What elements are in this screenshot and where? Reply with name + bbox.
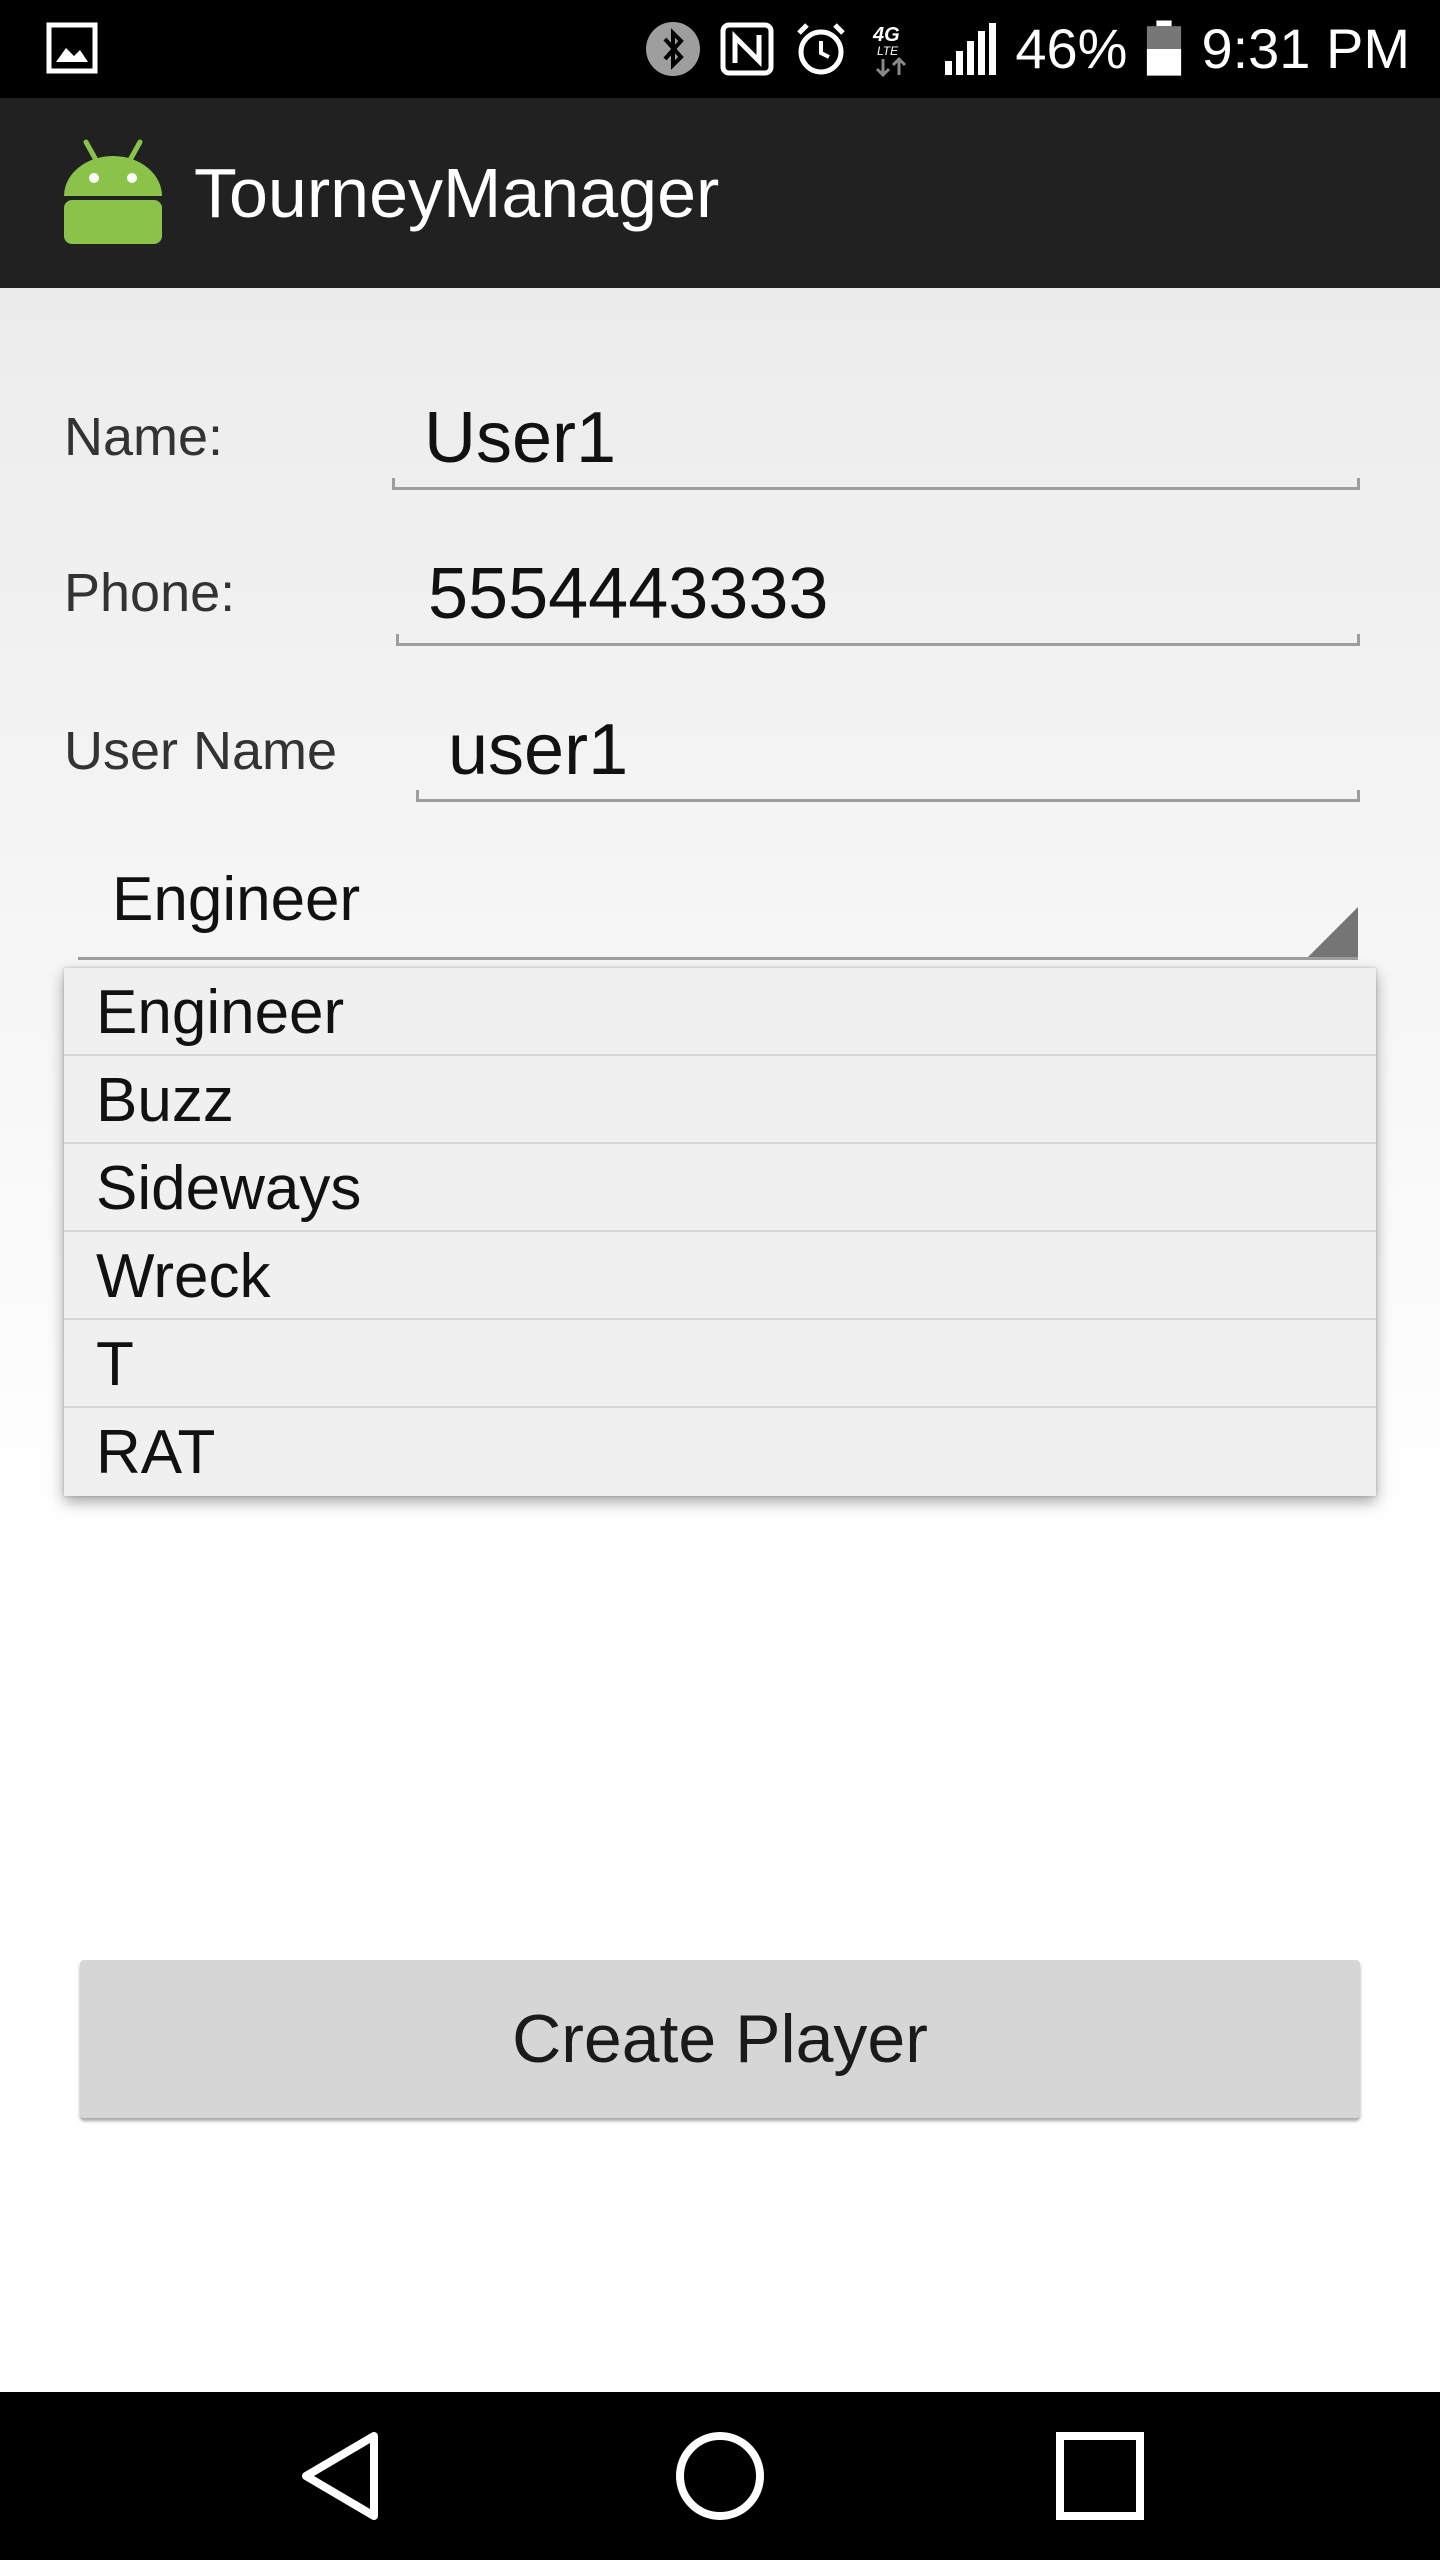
alarm-icon xyxy=(797,23,846,75)
navigation-bar xyxy=(0,2392,1440,2560)
svg-text:4G: 4G xyxy=(872,24,900,46)
back-icon[interactable] xyxy=(292,2426,392,2526)
home-icon[interactable] xyxy=(670,2426,770,2526)
app-bar: TourneyManager xyxy=(0,98,1440,288)
recent-apps-icon[interactable] xyxy=(1050,2426,1150,2526)
status-bar: 4G LTE 46% 9:31 PM xyxy=(0,0,1440,98)
class-spinner[interactable]: Engineer xyxy=(78,850,1358,960)
dropdown-option[interactable]: Sideways xyxy=(64,1144,1376,1232)
clock: 9:31 PM xyxy=(1201,17,1410,80)
phone-field[interactable]: 5554443333 xyxy=(396,546,1360,646)
spinner-dropdown: Engineer Buzz Sideways Wreck T RAT xyxy=(64,968,1376,1496)
username-label: User Name xyxy=(64,721,338,781)
name-label: Name: xyxy=(64,407,224,467)
username-field[interactable]: user1 xyxy=(416,702,1360,802)
spinner-selected-value: Engineer xyxy=(112,865,361,934)
status-icons: 4G LTE 46% 9:31 PM xyxy=(645,0,1410,98)
dropdown-option[interactable]: RAT xyxy=(64,1408,1376,1496)
gallery-icon xyxy=(46,22,98,74)
dropdown-option[interactable]: Engineer xyxy=(64,968,1376,1056)
battery-icon xyxy=(1147,20,1182,76)
android-logo-icon xyxy=(64,139,162,244)
network-4g-lte-icon: 4G LTE xyxy=(872,24,907,77)
name-field[interactable]: User1 xyxy=(392,390,1360,490)
dropdown-option[interactable]: Buzz xyxy=(64,1056,1376,1144)
svg-text:LTE: LTE xyxy=(877,44,899,58)
create-player-form: Name: User1 Phone: 5554443333 User Name … xyxy=(0,288,1440,2392)
signal-icon xyxy=(945,23,997,75)
battery-percent: 46% xyxy=(1015,17,1128,80)
dropdown-option[interactable]: T xyxy=(64,1320,1376,1408)
nfc-icon xyxy=(720,22,774,76)
create-player-button[interactable]: Create Player xyxy=(80,1960,1360,2118)
app-title: TourneyManager xyxy=(194,154,720,232)
dropdown-arrow-icon xyxy=(1308,907,1358,957)
dropdown-option[interactable]: Wreck xyxy=(64,1232,1376,1320)
phone-label: Phone: xyxy=(64,563,236,623)
bluetooth-icon xyxy=(646,22,701,76)
